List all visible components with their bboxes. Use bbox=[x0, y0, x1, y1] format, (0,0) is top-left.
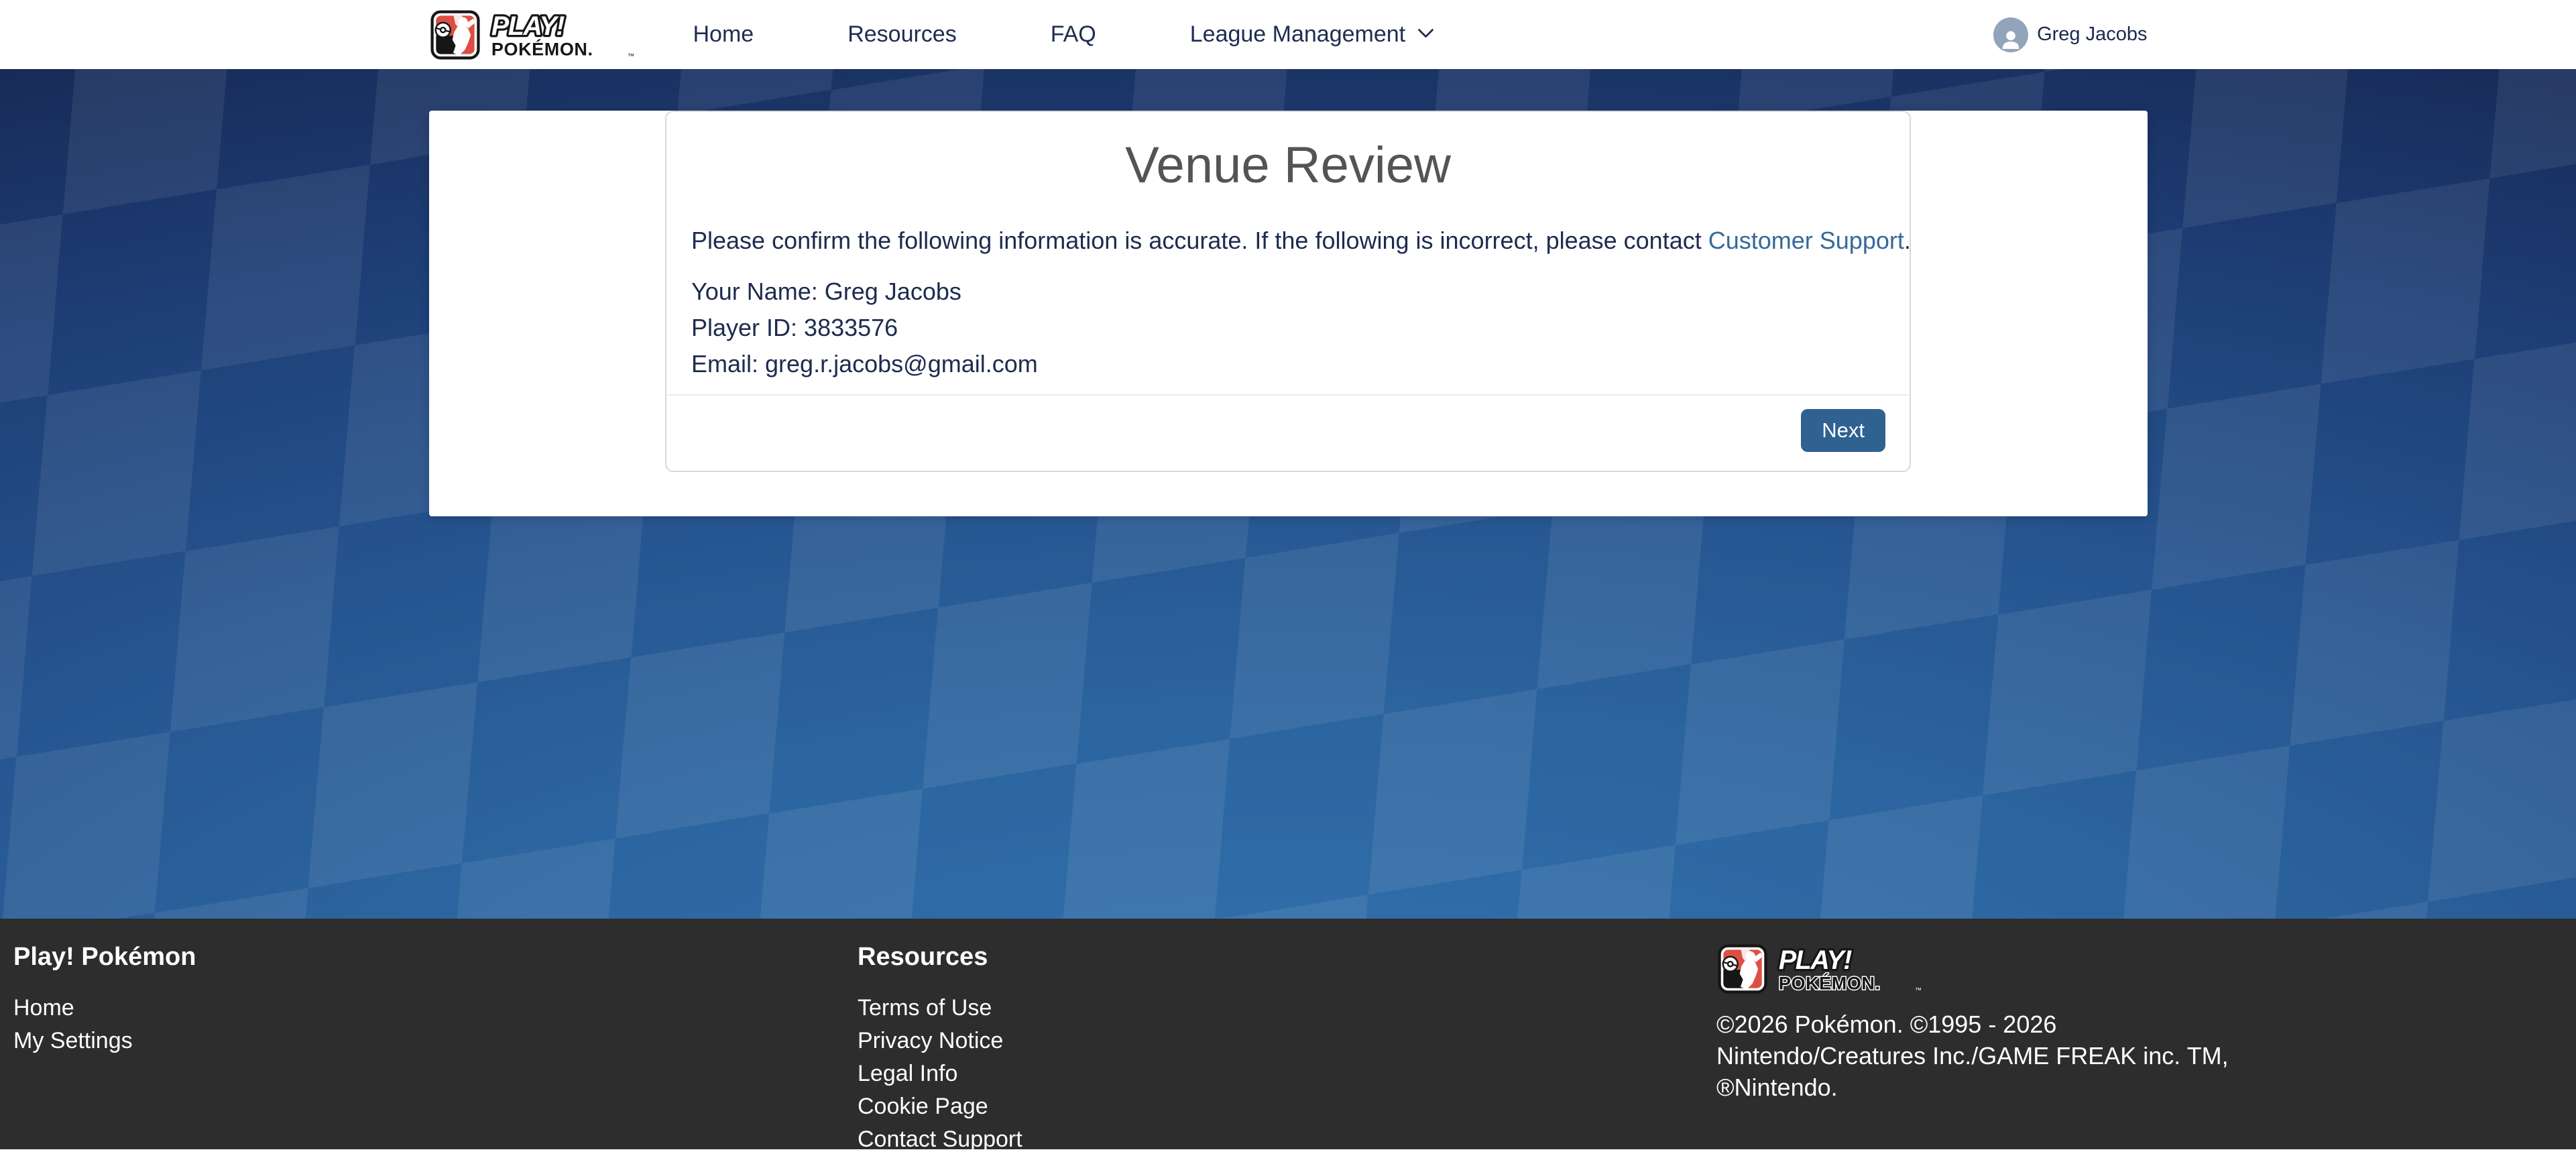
play-pokemon-footer-wordmark: PLAY! POKÉMON. ™ bbox=[1777, 943, 1924, 994]
copyright-line-3: ®Nintendo. bbox=[1716, 1072, 2576, 1103]
main-content: Venue Review Please confirm the followin… bbox=[0, 69, 2576, 919]
venue-review-panel-body: Venue Review Please confirm the followin… bbox=[666, 112, 1910, 394]
avatar bbox=[1993, 17, 2028, 52]
nav-league-management-label: League Management bbox=[1190, 21, 1405, 48]
user-name: Greg Jacobs bbox=[2037, 23, 2147, 46]
svg-text:POKÉMON.: POKÉMON. bbox=[1779, 973, 1881, 994]
page-title: Venue Review bbox=[691, 136, 1885, 194]
player-email-line: Email: greg.r.jacobs@gmail.com bbox=[691, 350, 1885, 378]
user-menu[interactable]: Greg Jacobs bbox=[1993, 17, 2147, 52]
copyright-text: ©2026 Pokémon. ©1995 - 2026 Nintendo/Cre… bbox=[1716, 1008, 2576, 1103]
svg-text:PLAY!: PLAY! bbox=[491, 11, 564, 41]
nav-faq[interactable]: FAQ bbox=[1051, 21, 1096, 48]
play-pokemon-badge-icon bbox=[429, 9, 481, 61]
chevron-down-icon bbox=[1418, 22, 1434, 38]
footer-col-resources: Resources Terms of Use Privacy Notice Le… bbox=[858, 943, 1716, 1149]
play-pokemon-logo[interactable]: PLAY! POKÉMON. ™ bbox=[429, 9, 636, 61]
svg-text:™: ™ bbox=[1915, 987, 1922, 994]
copyright-line-1: ©2026 Pokémon. ©1995 - 2026 bbox=[1716, 1008, 2576, 1040]
footer-link-terms-of-use[interactable]: Terms of Use bbox=[858, 992, 1716, 1025]
play-pokemon-footer-badge-icon bbox=[1716, 943, 1769, 995]
footer: Play! Pokémon Home My Settings Resources… bbox=[0, 919, 2576, 1149]
footer-col-play-pokemon: Play! Pokémon Home My Settings bbox=[0, 943, 858, 1149]
footer-link-contact-support[interactable]: Contact Support bbox=[858, 1123, 1716, 1156]
customer-support-link[interactable]: Customer Support bbox=[1708, 227, 1904, 254]
player-name-line: Your Name: Greg Jacobs bbox=[691, 278, 1885, 306]
copyright-line-2: Nintendo/Creatures Inc./GAME FREAK inc. … bbox=[1716, 1040, 2576, 1072]
next-button[interactable]: Next bbox=[1801, 409, 1885, 452]
play-pokemon-wordmark: PLAY! POKÉMON. ™ bbox=[489, 9, 636, 60]
top-navbar: PLAY! POKÉMON. ™ Home Resources FAQ Leag… bbox=[0, 0, 2576, 69]
venue-review-panel-footer: Next bbox=[666, 394, 1910, 471]
player-info: Your Name: Greg Jacobs Player ID: 383357… bbox=[691, 278, 1885, 378]
player-id-line: Player ID: 3833576 bbox=[691, 314, 1885, 342]
footer-link-privacy-notice[interactable]: Privacy Notice bbox=[858, 1025, 1716, 1057]
page: PLAY! POKÉMON. ™ Home Resources FAQ Leag… bbox=[0, 0, 2576, 1149]
svg-text:™: ™ bbox=[627, 53, 634, 60]
venue-review-card: Venue Review Please confirm the followin… bbox=[429, 111, 2148, 516]
footer-link-home[interactable]: Home bbox=[13, 992, 858, 1025]
footer-heading-resources: Resources bbox=[858, 943, 1716, 972]
confirm-info-text: Please confirm the following information… bbox=[691, 227, 1885, 255]
nav-resources[interactable]: Resources bbox=[847, 21, 957, 48]
svg-text:PLAY!: PLAY! bbox=[1779, 945, 1852, 975]
intro-text-after: . bbox=[1904, 227, 1911, 254]
footer-col-legal: PLAY! POKÉMON. ™ ©2026 Pokémon. ©1995 - … bbox=[1716, 943, 2576, 1149]
intro-text-before: Please confirm the following information… bbox=[691, 227, 1708, 254]
footer-link-legal-info[interactable]: Legal Info bbox=[858, 1057, 1716, 1090]
footer-link-my-settings[interactable]: My Settings bbox=[13, 1025, 858, 1057]
person-icon bbox=[1997, 25, 2024, 52]
nav-league-management[interactable]: League Management bbox=[1190, 21, 1431, 48]
top-navbar-inner: PLAY! POKÉMON. ™ Home Resources FAQ Leag… bbox=[429, 0, 2148, 69]
svg-text:POKÉMON.: POKÉMON. bbox=[491, 38, 593, 59]
footer-link-cookie-page[interactable]: Cookie Page bbox=[858, 1090, 1716, 1123]
footer-heading-play-pokemon: Play! Pokémon bbox=[13, 943, 858, 972]
venue-review-panel: Venue Review Please confirm the followin… bbox=[665, 111, 1911, 472]
play-pokemon-footer-logo: PLAY! POKÉMON. ™ bbox=[1716, 943, 2576, 995]
nav-home[interactable]: Home bbox=[693, 21, 754, 48]
main-nav: Home Resources FAQ League Management bbox=[693, 21, 1432, 48]
